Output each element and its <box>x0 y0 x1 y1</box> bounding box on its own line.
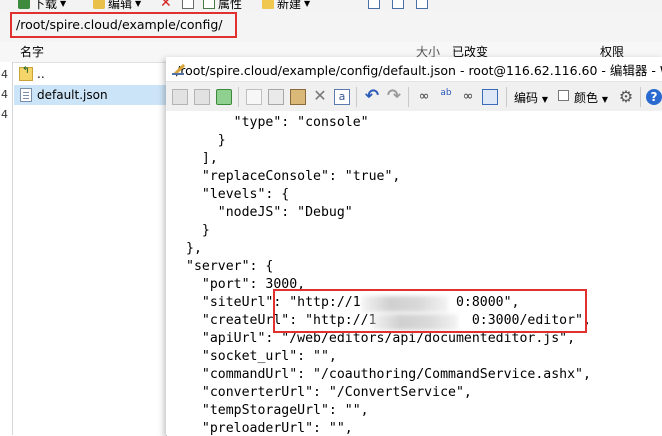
refresh-icon[interactable] <box>216 89 232 105</box>
goto-line-icon[interactable] <box>482 89 498 105</box>
chevron-down-icon: ▼ <box>541 95 548 104</box>
filter-icon <box>416 0 428 9</box>
edit-button[interactable]: 编辑 ▼ <box>93 0 141 11</box>
minus-button[interactable] <box>392 0 407 11</box>
cut-icon[interactable] <box>246 89 262 105</box>
editor-title: /root/spire.cloud/example/config/default… <box>176 62 662 78</box>
toolbar-separator <box>640 87 641 107</box>
strip-number: 4 <box>1 108 8 121</box>
edit-label: 编辑 <box>108 0 133 11</box>
strip-number: 4 <box>1 88 8 101</box>
save-icon[interactable] <box>172 89 188 105</box>
paste-icon[interactable] <box>290 89 306 105</box>
code-line: } <box>186 223 210 238</box>
code-line: "levels": { <box>186 187 290 202</box>
replace-icon[interactable]: ab <box>438 89 454 105</box>
checkbox-icon <box>203 0 215 9</box>
download-icon <box>18 0 30 9</box>
toolbar-separator <box>506 87 507 107</box>
save-all-icon[interactable] <box>194 89 210 105</box>
code-line: }, <box>186 241 202 256</box>
color-label: 颜色 <box>574 91 599 105</box>
find-icon[interactable]: ∞ <box>416 89 432 105</box>
minus-icon <box>392 0 404 9</box>
delete-icon[interactable]: ✕ <box>312 88 328 105</box>
code-line: "server": { <box>186 259 274 274</box>
code-line: "replaceConsole": "true", <box>186 169 401 184</box>
code-line: ], <box>186 151 218 166</box>
file-manager-toolbar: 下载 ▼ 编辑 ▼ ✕ 属性 新建 ▼ <box>0 0 662 12</box>
delete-icon: ✕ <box>160 0 172 11</box>
color-checkbox[interactable] <box>558 90 569 101</box>
properties-label: 属性 <box>218 0 243 11</box>
copy-icon[interactable] <box>268 89 284 105</box>
left-panel-edge: 4 4 4 <box>0 62 13 435</box>
rename-icon <box>182 0 194 9</box>
find-next-icon[interactable]: ∞ <box>460 89 476 105</box>
new-button[interactable]: 新建 ▼ <box>262 0 310 11</box>
code-line: "commandUrl": "/coauthoring/CommandServi… <box>186 367 591 382</box>
rename-button[interactable] <box>182 0 197 11</box>
toolbar-separator <box>356 87 357 107</box>
strip-number: 4 <box>1 68 8 81</box>
column-name[interactable]: 名字 <box>20 43 44 60</box>
redo-icon[interactable]: ↷ <box>386 88 402 105</box>
color-dropdown[interactable]: 颜色 ▼ <box>574 89 608 106</box>
properties-button[interactable]: 属性 <box>203 0 242 11</box>
code-editor[interactable]: "type": "console" } ], "replaceConsole":… <box>166 111 662 435</box>
new-label: 新建 <box>277 0 302 11</box>
delete-button[interactable]: ✕ <box>160 0 172 11</box>
json-file-icon <box>20 88 32 102</box>
filter-button[interactable] <box>416 0 431 11</box>
toolbar-separator <box>238 87 239 107</box>
list-item-label: .. <box>37 67 45 81</box>
list-item-label: default.json <box>37 88 108 102</box>
gear-icon[interactable]: ⚙ <box>618 89 634 105</box>
url-highlight-box <box>273 289 587 333</box>
code-line: "tempStorageUrl": "", <box>186 403 369 418</box>
folder-icon <box>262 0 274 9</box>
toolbar-separator <box>408 87 409 107</box>
parent-folder-icon: ↰ <box>19 66 33 81</box>
encoding-dropdown[interactable]: 编码 ▼ <box>514 89 548 106</box>
editor-toolbar: ✕ a ↶ ↷ ∞ ab ∞ 编码 ▼ 颜色 ▼ ⚙ ? <box>166 81 662 113</box>
code-line: "type": "console" <box>186 115 369 130</box>
select-all-icon[interactable]: a <box>334 89 350 105</box>
encoding-label: 编码 <box>514 91 539 105</box>
chevron-down-icon: ▼ <box>60 0 67 8</box>
pencil-icon <box>93 0 105 9</box>
code-line: } <box>186 133 226 148</box>
plus-icon <box>368 0 380 9</box>
download-label: 下载 <box>33 0 58 11</box>
plus-button[interactable] <box>368 0 383 11</box>
chevron-down-icon: ▼ <box>601 95 608 104</box>
code-line: "converterUrl": "/ConvertService", <box>186 385 472 400</box>
path-highlight-box <box>10 12 237 38</box>
editor-title-bar[interactable]: /root/spire.cloud/example/config/default… <box>166 57 662 81</box>
list-item-default-json[interactable]: default.json <box>14 85 166 105</box>
code-line: "socket_url": "", <box>186 349 337 364</box>
list-item-parent[interactable]: ↰ .. <box>14 64 166 84</box>
code-line: "preloaderUrl": "", <box>186 421 353 435</box>
download-button[interactable]: 下载 ▼ <box>18 0 66 11</box>
help-icon[interactable]: ? <box>646 89 662 105</box>
code-line: "nodeJS": "Debug" <box>186 205 353 220</box>
chevron-down-icon: ▼ <box>304 0 311 8</box>
chevron-down-icon: ▼ <box>135 0 142 8</box>
undo-icon[interactable]: ↶ <box>364 88 380 105</box>
